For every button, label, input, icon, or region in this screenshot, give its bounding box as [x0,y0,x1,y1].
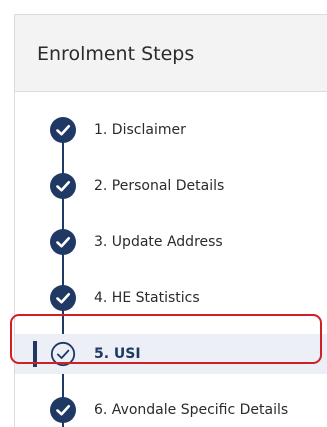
step-disclaimer[interactable]: 1. Disclaimer [15,110,327,150]
step-personal-details[interactable]: 2. Personal Details [15,166,327,206]
step-update-address[interactable]: 3. Update Address [15,222,327,262]
step-label: 6. Avondale Specific Details [94,402,289,418]
step-label: 4. HE Statistics [94,290,200,306]
check-circle-icon [50,285,76,311]
step-he-statistics[interactable]: 4. HE Statistics [15,278,327,318]
check-circle-icon [50,397,76,423]
step-label: 3. Update Address [94,234,223,250]
enrolment-steps-panel: Enrolment Steps 1. Disclaimer 2. Persona… [14,14,327,427]
step-label: 1. Disclaimer [94,122,186,138]
check-circle-icon [50,117,76,143]
step-avondale-specific-details[interactable]: 6. Avondale Specific Details [15,390,327,427]
highlight-annotation [10,314,322,364]
check-circle-icon [50,173,76,199]
panel-header: Enrolment Steps [15,15,327,92]
check-circle-icon [50,229,76,255]
panel-title: Enrolment Steps [37,43,195,65]
step-label: 2. Personal Details [94,178,225,194]
